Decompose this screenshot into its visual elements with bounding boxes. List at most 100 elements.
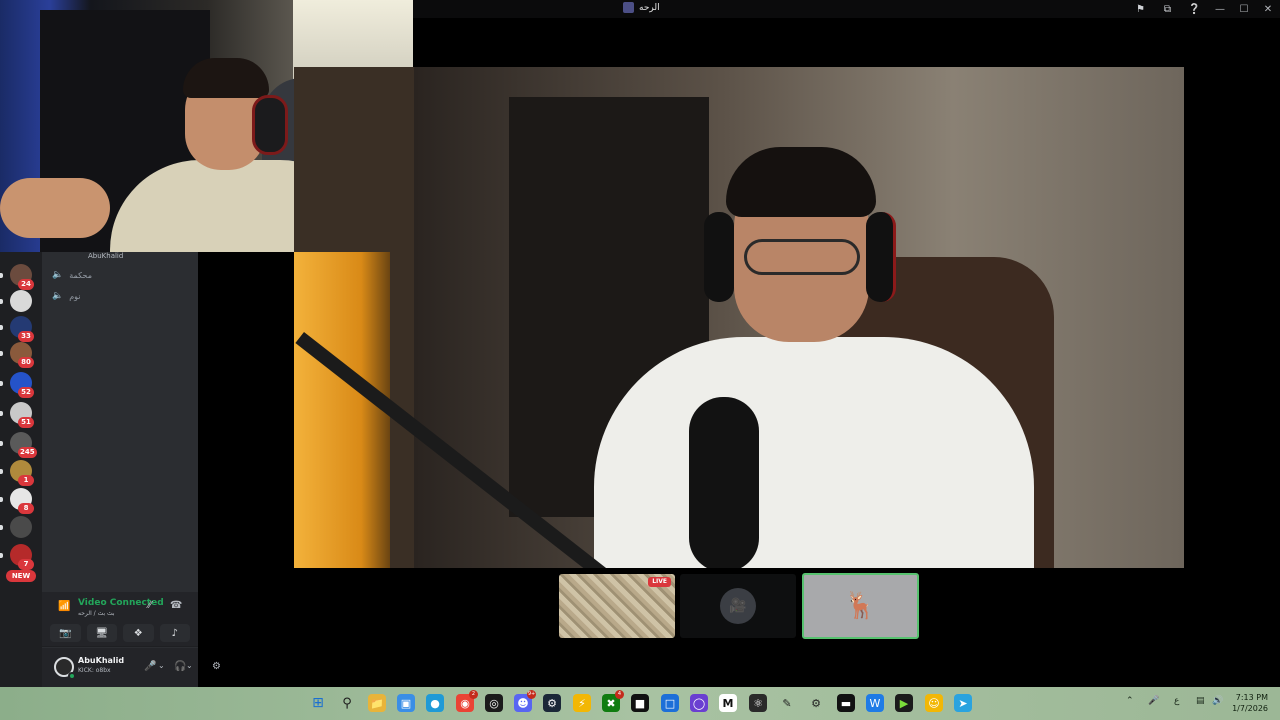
server-list: 24 33 80 52 51 245 1 8 7 NEW [0, 252, 42, 687]
video-camera-icon: 🎥 [720, 588, 756, 624]
speaker-icon: 🔈 [52, 270, 64, 280]
mention-badge: 245 [18, 447, 37, 458]
new-badge[interactable]: NEW [6, 570, 36, 582]
webcam-person-hand [0, 178, 110, 238]
mention-badge: 24 [18, 279, 34, 290]
obs-icon[interactable]: ◎ [485, 694, 503, 712]
start-icon[interactable]: ⊞ [309, 694, 327, 712]
system-clock[interactable]: 7:13 PM 1/7/2026 [1232, 692, 1268, 714]
video-headphone-left [704, 212, 734, 302]
voice-connected-user: AbuKhalid [88, 252, 124, 260]
unread-pill [0, 325, 3, 330]
circle-app-icon[interactable]: ◯ [690, 694, 708, 712]
user-subtext: KICK: o8bx [78, 667, 111, 674]
chrome-icon[interactable]: ◉ 2 [456, 690, 478, 712]
channel-label: نوم [69, 291, 81, 301]
window-app-icon[interactable]: □ [661, 694, 679, 712]
tool-app-icon[interactable]: ✎ [778, 694, 796, 712]
game-app-icon[interactable]: ⚛ [749, 694, 767, 712]
close-button[interactable]: ✕ [1256, 0, 1280, 18]
video-person-hair [726, 147, 876, 217]
mention-badge: 7 [18, 559, 34, 570]
server-icon[interactable] [10, 290, 32, 312]
participant-tile-stream[interactable]: LIVE [559, 574, 675, 638]
camera-off-button[interactable]: 📷 [50, 624, 81, 642]
settings-app-icon[interactable]: ⚙ [807, 694, 825, 712]
m-app-icon[interactable]: M [719, 694, 737, 712]
unread-pill [0, 299, 3, 304]
rtc-panel: 📶 Video Connected بث بث / الرحه ⁄⁄ ☎ 📷 🖥… [42, 592, 198, 647]
chevron-up-icon[interactable]: ⌃ [1126, 696, 1134, 706]
participant-tile-user[interactable]: 🦌 [802, 573, 919, 639]
mention-badge: 33 [18, 331, 34, 342]
video-headphone-right [866, 212, 896, 302]
live-badge: LIVE [648, 577, 671, 587]
flag-icon[interactable]: ⚑ [1127, 0, 1154, 18]
help-icon[interactable]: ❔ [1181, 0, 1208, 18]
speaker-icon: 🔈 [52, 291, 64, 301]
xbox-icon[interactable]: ✖ 4 [602, 690, 624, 712]
microphone-icon[interactable]: 🎤 [144, 661, 156, 672]
telegram-icon[interactable]: ➤ [954, 694, 972, 712]
unread-pill [0, 351, 3, 356]
channel-item-sleep[interactable]: 🔈 نوم [52, 291, 81, 301]
unread-pill [0, 497, 3, 502]
video-glasses [744, 239, 860, 275]
server-icon[interactable] [10, 516, 32, 538]
maximize-button[interactable]: ☐ [1232, 0, 1256, 18]
user-panel: AbuKhalid KICK: o8bx 🎤 ⌄ 🎧 ⌄ ⚙ [42, 648, 221, 687]
mention-badge: 8 [18, 503, 34, 514]
epic-icon[interactable]: ■ [631, 694, 649, 712]
microphone-tray-icon[interactable]: 🎤 [1148, 696, 1159, 706]
steam-icon[interactable]: ⚙ [543, 694, 561, 712]
clock-time: 7:13 PM [1235, 693, 1268, 702]
channel-icon [623, 2, 634, 13]
username[interactable]: AbuKhalid [78, 656, 124, 665]
headphones-icon[interactable]: 🎧 [174, 661, 186, 672]
signal-icon[interactable]: 📶 [58, 601, 70, 612]
screen-share-button[interactable]: 🖥 [86, 624, 117, 642]
file-explorer-icon[interactable]: 📁 [368, 694, 386, 712]
chevron-down-icon[interactable]: ⌄ [158, 661, 165, 670]
channel-item-court[interactable]: 🔈 محكمة [52, 270, 92, 280]
channel-sidebar: AbuKhalid 🔈 محكمة 🔈 نوم 📶 Video Connecte… [42, 252, 221, 687]
terminal-icon[interactable]: ▬ [837, 694, 855, 712]
chat-app-icon[interactable]: ☺ [925, 694, 943, 712]
noise-suppression-icon[interactable]: ⁄⁄ [148, 600, 151, 611]
status-dot [68, 672, 76, 680]
unread-pill [0, 411, 3, 416]
chrome-badge: 2 [469, 690, 478, 699]
mention-badge: 1 [18, 475, 34, 486]
unread-pill [0, 441, 3, 446]
channel-label: محكمة [69, 270, 92, 280]
search-icon[interactable]: ⚲ [338, 694, 356, 712]
xbox-badge: 4 [615, 690, 624, 699]
popout-icon[interactable]: ⧉ [1154, 0, 1181, 18]
unread-pill [0, 553, 3, 558]
edge-icon[interactable]: ● [426, 694, 444, 712]
store-icon[interactable]: ▣ [397, 694, 415, 712]
main-video-stream[interactable] [294, 67, 1184, 568]
window-title: الرحه [623, 2, 660, 13]
activities-button[interactable]: ❖ [123, 624, 154, 642]
app-icon[interactable]: ⚡ [573, 694, 591, 712]
discord-icon[interactable]: ☻ 9+ [514, 690, 536, 712]
soundboard-button[interactable]: ♪ [159, 624, 190, 642]
w-app-icon[interactable]: W [866, 694, 884, 712]
clock-date: 1/7/2026 [1232, 704, 1268, 713]
deer-avatar-icon: 🦌 [844, 591, 877, 621]
settings-gear-icon[interactable]: ⚙ [212, 661, 221, 672]
input-language[interactable]: ع [1174, 696, 1179, 706]
media-app-icon[interactable]: ▶ [895, 694, 913, 712]
discord-badge: 9+ [527, 690, 536, 699]
rtc-location[interactable]: بث بث / الرحه [78, 610, 115, 617]
participant-tile-camera[interactable]: 🎥 [680, 574, 796, 638]
disconnect-icon[interactable]: ☎ [170, 600, 182, 611]
mention-badge: 80 [18, 357, 34, 368]
unread-pill [0, 273, 3, 278]
volume-icon[interactable]: 🔊 [1212, 696, 1223, 706]
minimize-button[interactable]: — [1208, 0, 1232, 18]
chevron-down-icon[interactable]: ⌄ [186, 661, 193, 670]
network-icon[interactable]: ▤ [1196, 696, 1205, 706]
title-bar: الرحه ⚑ ⧉ ❔ — ☐ ✕ [413, 0, 1280, 18]
